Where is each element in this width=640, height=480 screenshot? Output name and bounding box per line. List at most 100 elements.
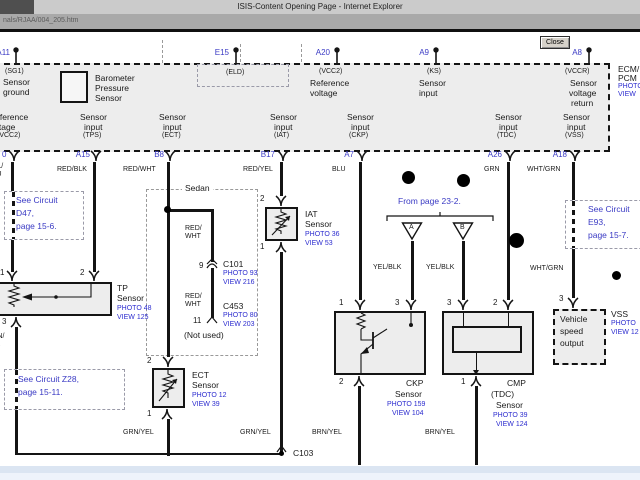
address-url[interactable]: nals/RJAA/004_205.htm [3,17,79,24]
wire-color: YEL/BLK [373,264,401,272]
pin-func: Sensor [495,112,522,122]
address-bar[interactable]: nals/RJAA/004_205.htm [0,14,640,29]
photo-link[interactable]: PHOTO 80 [223,312,258,321]
pin-label-a18: A18 [543,150,567,159]
pin-icon [431,47,441,64]
pin-func: Sensor [563,112,590,122]
view-link[interactable]: VIEW 104 [392,410,424,419]
baro-label: Sensor [95,93,122,103]
vss-name: VSS [611,309,628,319]
dot-mark [457,174,470,187]
photo-link[interactable]: PHOTO 36 [305,231,340,240]
pin-label-b8: B8 [140,150,164,159]
view-link[interactable]: VIEW 203 [223,321,255,330]
cmp-pin2-label: 2 [493,298,497,307]
wire [211,210,214,262]
photo-link[interactable]: PHOTO [611,320,636,329]
title-bar: ISIS-Content Opening Page - Internet Exp… [0,0,640,14]
photo-link[interactable]: PHOTO 159 [387,401,425,410]
inline-connector-icon [205,315,219,324]
thermistor-symbol [154,370,183,406]
tp-pin2-label: 2 [80,268,84,277]
pin-func: Sensor [159,112,186,122]
pin-func-tag: (CKP) [349,132,368,140]
wire [280,162,283,196]
socket-icon [162,357,174,368]
pin-func: Sensor [270,112,297,122]
dot-mark [509,233,524,248]
pin-func: input [499,122,517,132]
connector-id: C101 [223,259,243,269]
vss-pin3-label: 3 [559,294,563,303]
pin-label-a26: A26 [478,150,502,159]
c453-pin-label: 11 [193,316,201,325]
pin-func-tag: (VSS) [565,132,584,140]
view-link[interactable]: VIEW 124 [496,421,528,430]
sedan-label: Sedan [182,183,213,193]
pin-func: voltage [569,88,596,98]
see-circuit-text[interactable]: page 15-7. [588,230,629,240]
from-page-link[interactable]: From page 23-2. [398,196,461,206]
photo-link[interactable]: PHOTO 48 [117,305,152,314]
wire-color: BRN/YEL [312,429,342,437]
photo-link[interactable]: PHOTO 12 [192,392,227,401]
ground-bus-wire [16,453,282,455]
triangle-a-letter: A [409,224,414,232]
see-circuit-text[interactable]: See Circuit [16,195,58,205]
socket-icon [8,151,20,162]
view-link[interactable]: VIEW 53 [305,240,333,249]
photo-link[interactable]: PHOTO 39 [493,412,528,421]
socket-icon [161,408,173,419]
connector-separator [162,40,163,63]
cmp-lead [463,313,464,326]
vss-box-text: Vehicle [560,314,587,324]
ckp-pin3-label: 3 [395,298,399,307]
pin-func-tag: (SG1) [5,68,24,76]
wire [411,241,414,300]
close-button[interactable]: Close [540,36,570,49]
wire-branch [168,209,214,212]
see-circuit-text[interactable]: See Circuit [588,204,630,214]
iat-pin2-label: 2 [260,194,264,203]
wire [507,162,510,300]
pin-func: Sensor [347,112,374,122]
wire-color: RED/ [185,293,202,301]
see-circuit-text[interactable]: page 15-6. [16,221,57,231]
pin-icon [231,47,241,64]
view-link[interactable]: VIEW [618,91,636,100]
pin-func: return [571,98,593,108]
socket-icon [457,300,469,311]
bottom-bar [0,466,640,473]
wire-color: YEL/BLK [426,264,454,272]
wire [280,252,283,455]
see-circuit-text[interactable]: See Circuit Z28, [18,374,79,384]
wire-color: GRN/ [0,333,5,341]
cmp-name: Sensor [496,400,523,410]
view-link[interactable]: VIEW 125 [117,314,149,323]
view-link[interactable]: VIEW 12 [611,329,639,338]
tp-name: Sensor [117,293,144,303]
cmp-internal-element [452,326,522,353]
see-circuit-text[interactable]: E93, [588,217,606,227]
wire-color: GRN [484,166,500,174]
pin-func-tag: (TDC) [497,132,516,140]
pin-func: Sensor [570,78,597,88]
view-link[interactable]: VIEW 39 [192,401,220,410]
socket-icon [502,300,514,311]
dot-mark [612,271,621,280]
pin-func: input [567,122,585,132]
ect-pin1-label: 1 [147,409,151,418]
socket-icon [90,151,102,162]
socket-icon [569,151,581,162]
see-circuit-text[interactable]: page 15-11. [18,387,63,397]
see-circuit-text[interactable]: D47, [16,208,34,218]
wire-color: WHT/GRN [527,166,560,174]
photo-link[interactable]: PHOTO 93 [223,270,258,279]
iat-pin1-label: 1 [260,242,264,251]
socket-icon [405,300,417,311]
wire [358,386,361,465]
view-link[interactable]: VIEW 216 [223,279,255,288]
window-title: ISIS-Content Opening Page - Internet Exp… [0,0,640,14]
pin-func: input [163,122,181,132]
pin-func: ground [3,87,29,97]
